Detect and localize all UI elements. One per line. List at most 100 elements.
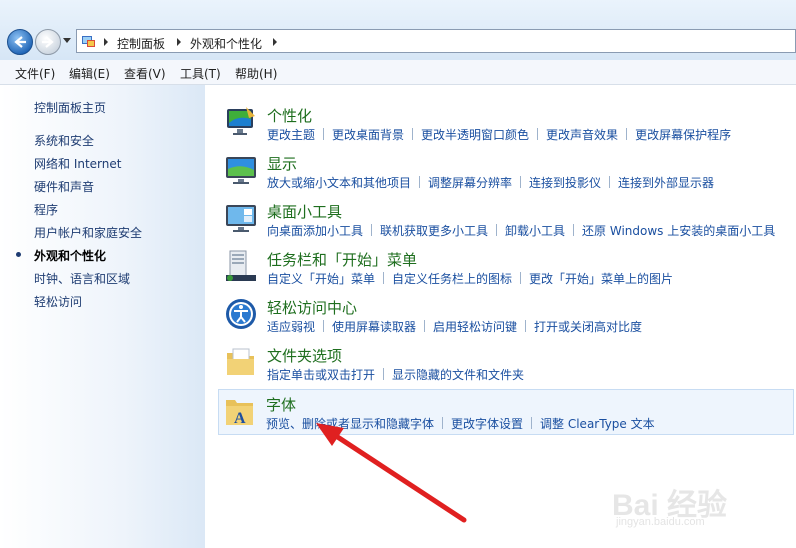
link-screen-resolution[interactable]: 调整屏幕分辨率: [428, 176, 512, 190]
menu-help[interactable]: 帮助(H): [235, 65, 277, 82]
link-preview-delete-fonts[interactable]: 预览、删除或者显示和隐藏字体: [266, 417, 434, 431]
breadcrumb-separator-icon[interactable]: [104, 38, 108, 46]
link-divider: [573, 224, 575, 236]
category-title[interactable]: 桌面小工具: [267, 201, 342, 222]
category-links: 预览、删除或者显示和隐藏字体 更改字体设置 调整 ClearType 文本: [266, 415, 655, 432]
link-change-sounds[interactable]: 更改声音效果: [546, 128, 618, 142]
link-single-double-click[interactable]: 指定单击或双击打开: [267, 368, 375, 382]
link-show-hidden-files[interactable]: 显示隐藏的文件和文件夹: [392, 368, 524, 382]
sidebar-item-hardware-sound[interactable]: 硬件和声音: [34, 178, 94, 195]
link-high-contrast[interactable]: 打开或关闭高对比度: [534, 320, 642, 334]
category-title[interactable]: 个性化: [267, 105, 312, 126]
sidebar-item-user-accounts[interactable]: 用户帐户和家庭安全: [34, 224, 142, 241]
category-title[interactable]: 显示: [267, 153, 297, 174]
category-ease-of-access: 轻松访问中心 适应弱视 使用屏幕读取器 启用轻松访问键 打开或关闭高对比度: [220, 293, 796, 339]
control-panel-icon: [82, 36, 95, 47]
sidebar: 控制面板主页 系统和安全 网络和 Internet 硬件和声音 程序 用户帐户和…: [0, 85, 205, 548]
menu-bar: 文件(F) 编辑(E) 查看(V) 工具(T) 帮助(H): [0, 60, 796, 85]
sidebar-item-appearance: 外观和个性化: [34, 249, 107, 263]
category-title[interactable]: 字体: [266, 394, 296, 415]
link-divider: [383, 272, 385, 284]
link-divider: [520, 176, 522, 188]
back-arrow-icon: [14, 36, 26, 48]
category-title[interactable]: 轻松访问中心: [267, 297, 357, 318]
category-links: 指定单击或双击打开 显示隐藏的文件和文件夹: [267, 366, 524, 383]
breadcrumb-separator-icon[interactable]: [177, 38, 181, 46]
sidebar-item-system-security[interactable]: 系统和安全: [34, 132, 94, 149]
link-divider: [531, 417, 533, 429]
link-change-screensaver[interactable]: 更改屏幕保护程序: [635, 128, 731, 142]
sidebar-item-clock-language[interactable]: 时钟、语言和区域: [34, 270, 130, 287]
category-links: 向桌面添加小工具 联机获取更多小工具 卸载小工具 还原 Windows 上安装的桌面小…: [267, 222, 775, 239]
category-display: 显示 放大或缩小文本和其他项目 调整屏幕分辨率 连接到投影仪 连接到外部显示器: [220, 149, 796, 195]
link-change-start-picture[interactable]: 更改「开始」菜单上的图片: [529, 272, 673, 286]
link-divider: [383, 368, 385, 380]
folder-options-icon[interactable]: [224, 345, 258, 379]
watermark-url: jingyan.baidu.com: [616, 516, 705, 528]
link-divider: [424, 320, 426, 332]
category-folder-options: 文件夹选项 指定单击或双击打开 显示隐藏的文件和文件夹: [220, 341, 796, 387]
menu-view[interactable]: 查看(V): [124, 65, 166, 82]
link-customize-taskbar-icons[interactable]: 自定义任务栏上的图标: [392, 272, 512, 286]
link-accessibility-keys[interactable]: 启用轻松访问键: [433, 320, 517, 334]
link-low-vision[interactable]: 适应弱视: [267, 320, 315, 334]
baidu-watermark: Bai 经验 jingyan.baidu.com: [612, 476, 752, 536]
link-change-window-color[interactable]: 更改半透明窗口颜色: [421, 128, 529, 142]
ease-of-access-icon[interactable]: [224, 297, 258, 331]
link-divider: [520, 272, 522, 284]
gadgets-icon[interactable]: [224, 201, 258, 235]
sidebar-item-network[interactable]: 网络和 Internet: [34, 155, 121, 172]
category-personalization: 个性化 更改主题 更改桌面背景 更改半透明窗口颜色 更改声音效果 更改屏幕保护程序: [220, 101, 796, 147]
menu-file[interactable]: 文件(F): [15, 65, 55, 82]
breadcrumb-control-panel[interactable]: 控制面板: [117, 35, 165, 52]
link-adjust-cleartype[interactable]: 调整 ClearType 文本: [540, 417, 655, 431]
link-screen-reader[interactable]: 使用屏幕读取器: [332, 320, 416, 334]
link-add-gadgets[interactable]: 向桌面添加小工具: [267, 224, 363, 238]
breadcrumb-appearance[interactable]: 外观和个性化: [190, 35, 262, 52]
menu-tools[interactable]: 工具(T): [180, 65, 221, 82]
link-customize-start-menu[interactable]: 自定义「开始」菜单: [267, 272, 375, 286]
link-connect-projector[interactable]: 连接到投影仪: [529, 176, 601, 190]
link-get-more-gadgets[interactable]: 联机获取更多小工具: [380, 224, 488, 238]
link-divider: [412, 128, 414, 140]
link-restore-gadgets[interactable]: 还原 Windows 上安装的桌面小工具: [582, 224, 775, 238]
link-divider: [419, 176, 421, 188]
address-bar[interactable]: 控制面板 外观和个性化: [76, 29, 796, 53]
link-divider: [537, 128, 539, 140]
link-divider: [442, 417, 444, 429]
forward-button[interactable]: [35, 29, 61, 55]
link-change-theme[interactable]: 更改主题: [267, 128, 315, 142]
link-divider: [371, 224, 373, 236]
breadcrumb-separator-icon[interactable]: [273, 38, 277, 46]
category-gadgets: 桌面小工具 向桌面添加小工具 联机获取更多小工具 卸载小工具 还原 Windows 上…: [220, 197, 796, 243]
recent-pages-dropdown[interactable]: [63, 38, 71, 43]
category-fonts: A 字体 预览、删除或者显示和隐藏字体 更改字体设置 调整 ClearType 文本: [218, 389, 794, 435]
sidebar-item-programs[interactable]: 程序: [34, 201, 58, 218]
taskbar-icon[interactable]: [224, 249, 258, 283]
fonts-icon[interactable]: A: [223, 394, 257, 428]
link-change-desktop-background[interactable]: 更改桌面背景: [332, 128, 404, 142]
link-external-display[interactable]: 连接到外部显示器: [618, 176, 714, 190]
forward-arrow-icon: [42, 36, 54, 48]
link-divider: [626, 128, 628, 140]
category-links: 自定义「开始」菜单 自定义任务栏上的图标 更改「开始」菜单上的图片: [267, 270, 673, 287]
display-icon[interactable]: [224, 153, 258, 187]
link-divider: [609, 176, 611, 188]
link-change-font-settings[interactable]: 更改字体设置: [451, 417, 523, 431]
category-title[interactable]: 文件夹选项: [267, 345, 342, 366]
menu-edit[interactable]: 编辑(E): [69, 65, 110, 82]
link-text-size[interactable]: 放大或缩小文本和其他项目: [267, 176, 411, 190]
svg-text:A: A: [234, 410, 246, 427]
link-uninstall-gadget[interactable]: 卸载小工具: [505, 224, 565, 238]
back-button[interactable]: [7, 29, 33, 55]
category-links: 放大或缩小文本和其他项目 调整屏幕分辨率 连接到投影仪 连接到外部显示器: [267, 174, 714, 191]
category-taskbar: 任务栏和「开始」菜单 自定义「开始」菜单 自定义任务栏上的图标 更改「开始」菜单上的…: [220, 245, 796, 291]
link-divider: [525, 320, 527, 332]
link-divider: [496, 224, 498, 236]
category-title[interactable]: 任务栏和「开始」菜单: [267, 249, 417, 270]
personalization-icon[interactable]: [224, 105, 258, 139]
category-links: 更改主题 更改桌面背景 更改半透明窗口颜色 更改声音效果 更改屏幕保护程序: [267, 126, 731, 143]
sidebar-item-ease-of-access[interactable]: 轻松访问: [34, 293, 82, 310]
current-item-bullet-icon: [16, 252, 21, 257]
sidebar-home-link[interactable]: 控制面板主页: [34, 99, 106, 116]
